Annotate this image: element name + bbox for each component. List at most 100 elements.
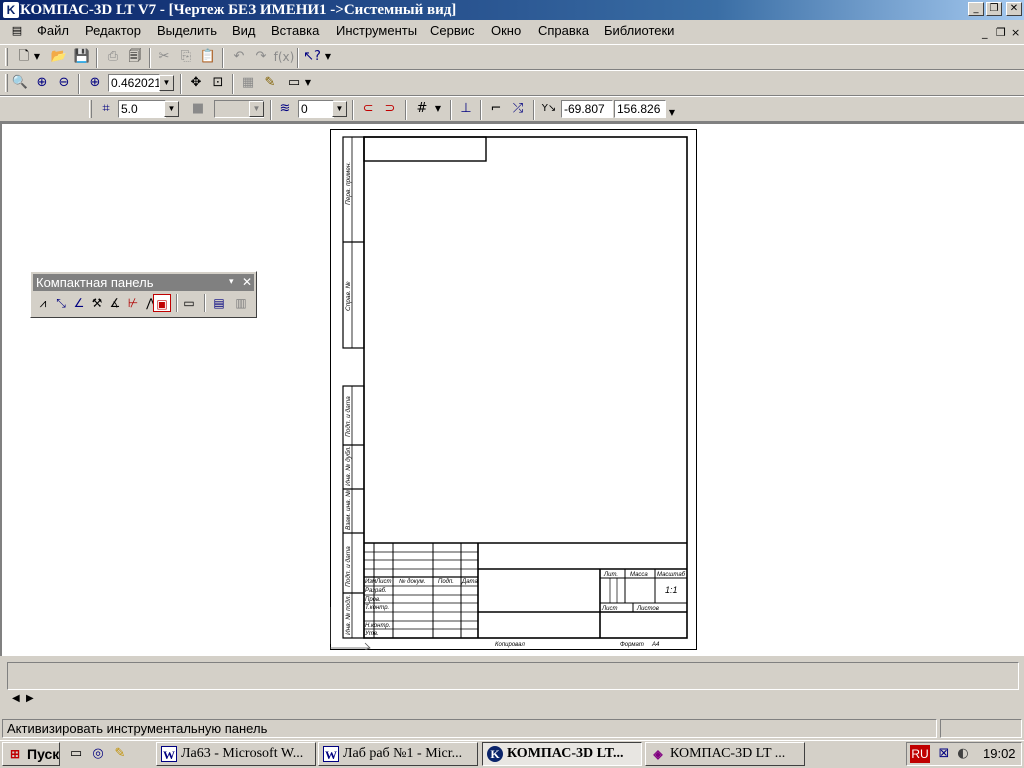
stamp-podp: Подп. — [438, 579, 454, 585]
step-cursor-icon[interactable]: ⌗ — [96, 99, 116, 119]
kompas-app-icon[interactable]: K — [3, 2, 19, 18]
copy-icon[interactable]: ⎘ — [176, 47, 196, 67]
help-dropdown-icon[interactable]: ▼ — [322, 47, 334, 67]
y-coordinate-input[interactable]: 156.826 — [614, 100, 666, 118]
layer-state-icon[interactable]: ■ — [188, 99, 208, 119]
view-create-icon[interactable]: ▭ — [180, 294, 198, 312]
coordinates-dropdown-icon[interactable]: ▼ — [666, 103, 678, 123]
start-button[interactable]: ⊞ Пуск — [2, 742, 60, 766]
menu-select[interactable]: Выделить — [157, 23, 217, 38]
language-indicator[interactable]: RU — [910, 745, 930, 763]
local-cs-icon[interactable]: ⊥ — [456, 99, 476, 119]
task-word-2[interactable]: W Лаб раб №1 - Micr... — [318, 742, 478, 766]
zoom-window-icon[interactable]: 🔍 — [10, 73, 30, 93]
property-panel[interactable] — [7, 662, 1019, 690]
new-dropdown-icon[interactable]: ▼ — [31, 47, 43, 67]
stamp-utv: Утв. — [364, 631, 379, 637]
x-coordinate-input[interactable]: -69.807 — [561, 100, 613, 118]
open-folder-icon[interactable]: 📂 — [49, 47, 69, 67]
menu-service[interactable]: Сервис — [430, 23, 475, 38]
reports-icon[interactable]: ▥ — [232, 294, 250, 312]
grid-dropdown-icon[interactable]: ▼ — [432, 99, 444, 119]
zoom-input[interactable]: 0.462021 — [108, 74, 161, 92]
window-title: КОМПАС-3D LT V7 - [Чертеж БЕЗ ИМЕНИ1 ->С… — [20, 2, 457, 18]
measure-icon[interactable]: ⊬ — [124, 294, 142, 312]
display-dropdown-icon[interactable]: ▼ — [302, 73, 314, 93]
menu-file[interactable]: Файл — [37, 23, 69, 38]
menu-insert[interactable]: Вставка — [271, 23, 319, 38]
spec-icon[interactable]: ▤ — [210, 294, 228, 312]
document-icon[interactable]: ▤ — [8, 22, 26, 40]
minimize-button[interactable]: _ — [968, 2, 984, 16]
dimensions-icon[interactable]: ⤡ — [52, 294, 70, 312]
panel-menu-arrow-icon[interactable]: ▾ — [229, 274, 234, 291]
side-label-sprav: Справ. № — [345, 281, 352, 311]
zoom-scale-icon[interactable]: ⊕ — [85, 73, 105, 93]
restore-button[interactable]: ❐ — [986, 2, 1002, 16]
grid-icon[interactable]: # — [412, 99, 432, 119]
menu-help[interactable]: Справка — [538, 23, 589, 38]
task-label: КОМПАС-3D LT ... — [670, 746, 786, 761]
stamp-format-value: А4 — [651, 642, 660, 648]
task-kompas-2[interactable]: ◈ КОМПАС-3D LT ... — [645, 742, 805, 766]
step-dropdown-button[interactable]: ▼ — [164, 101, 179, 117]
editing-icon[interactable]: ⚒ — [88, 294, 106, 312]
help-pointer-icon[interactable]: ↖? — [302, 47, 322, 67]
toolbar-grip[interactable] — [5, 48, 8, 66]
symbols-icon[interactable]: ∠ — [70, 294, 88, 312]
volume-icon[interactable]: ◐ — [953, 744, 973, 764]
mdi-restore-button[interactable]: ❐ — [996, 26, 1006, 39]
display-icon[interactable]: ▭ — [284, 73, 304, 93]
refresh-icon[interactable]: ▦ — [238, 73, 258, 93]
save-icon[interactable]: 💾 — [72, 47, 92, 67]
redo-icon[interactable]: ↷ — [251, 47, 271, 67]
drawing-sheet[interactable]: Перв. примен. Справ. № Подп. и дата Инв.… — [330, 129, 697, 650]
scroll-left-icon[interactable]: ◀ — [12, 693, 20, 704]
round-icon[interactable]: ⤮ — [508, 99, 528, 119]
parametrization-icon[interactable]: ∡ — [106, 294, 124, 312]
toolbar-grip[interactable] — [5, 74, 8, 92]
layer-input[interactable]: 0 — [298, 100, 334, 118]
toolbar-grip[interactable] — [89, 100, 92, 118]
network-icon[interactable]: ⊠ — [934, 744, 954, 764]
zoom-dropdown-button[interactable]: ▼ — [159, 75, 174, 91]
layers-icon[interactable]: ≋ — [275, 99, 295, 119]
quicklaunch-desktop-icon[interactable]: ▭ — [66, 744, 86, 764]
task-word-1[interactable]: W Ла63 - Microsoft W... — [156, 742, 316, 766]
show-all-icon[interactable]: ⊡ — [208, 73, 228, 93]
compact-panel[interactable]: Компактная панель ▾ ✕ ⩘ ⤡ ∠ ⚒ ∡ ⊬ ⋀ ▣ ▭ … — [30, 271, 257, 318]
local-snap-icon[interactable]: ⊃ — [380, 99, 400, 119]
pan-icon[interactable]: ✥ — [186, 73, 206, 93]
regenerate-icon[interactable]: ✎ — [260, 73, 280, 93]
print-icon[interactable]: ⎙ — [103, 47, 123, 67]
menu-view[interactable]: Вид — [232, 23, 256, 38]
paste-icon[interactable]: 📋 — [198, 47, 218, 67]
menu-libraries[interactable]: Библиотеки — [604, 23, 674, 38]
close-button[interactable]: ✕ — [1006, 2, 1022, 16]
mdi-close-button[interactable]: × — [1011, 26, 1020, 39]
layer-dropdown-button[interactable]: ▼ — [332, 101, 347, 117]
snap-magnet-icon[interactable]: ⊂ — [358, 99, 378, 119]
geometry-icon[interactable]: ⩘ — [34, 294, 52, 312]
zoom-out-icon[interactable]: ⊖ — [54, 73, 74, 93]
step-input[interactable]: 5.0 — [118, 100, 166, 118]
compact-panel-title[interactable]: Компактная панель — [33, 274, 254, 291]
undo-icon[interactable]: ↶ — [229, 47, 249, 67]
cut-icon[interactable]: ✂ — [154, 47, 174, 67]
menu-editor[interactable]: Редактор — [85, 23, 141, 38]
print-preview-icon[interactable]: 🗐 — [125, 47, 145, 67]
quicklaunch-app-icon[interactable]: ◎ — [88, 744, 108, 764]
function-icon[interactable]: f(x) — [273, 47, 295, 67]
panel-close-icon[interactable]: ✕ — [242, 274, 252, 291]
task-kompas-1[interactable]: K КОМПАС-3D LT... — [482, 742, 642, 766]
menu-tools[interactable]: Инструменты — [336, 23, 417, 38]
view-dropdown-button[interactable]: ▼ — [249, 101, 264, 117]
scroll-right-icon[interactable]: ▶ — [26, 693, 34, 704]
ortho-icon[interactable]: ⌐ — [486, 99, 506, 119]
quicklaunch-tool-icon[interactable]: ✎ — [110, 744, 130, 764]
associative-views-icon[interactable]: ▣ — [153, 294, 171, 312]
mdi-minimize-button[interactable]: _ — [982, 26, 988, 39]
status-hint: Активизировать инструментальную панель — [2, 719, 937, 738]
zoom-in-icon[interactable]: ⊕ — [32, 73, 52, 93]
menu-window[interactable]: Окно — [491, 23, 521, 38]
